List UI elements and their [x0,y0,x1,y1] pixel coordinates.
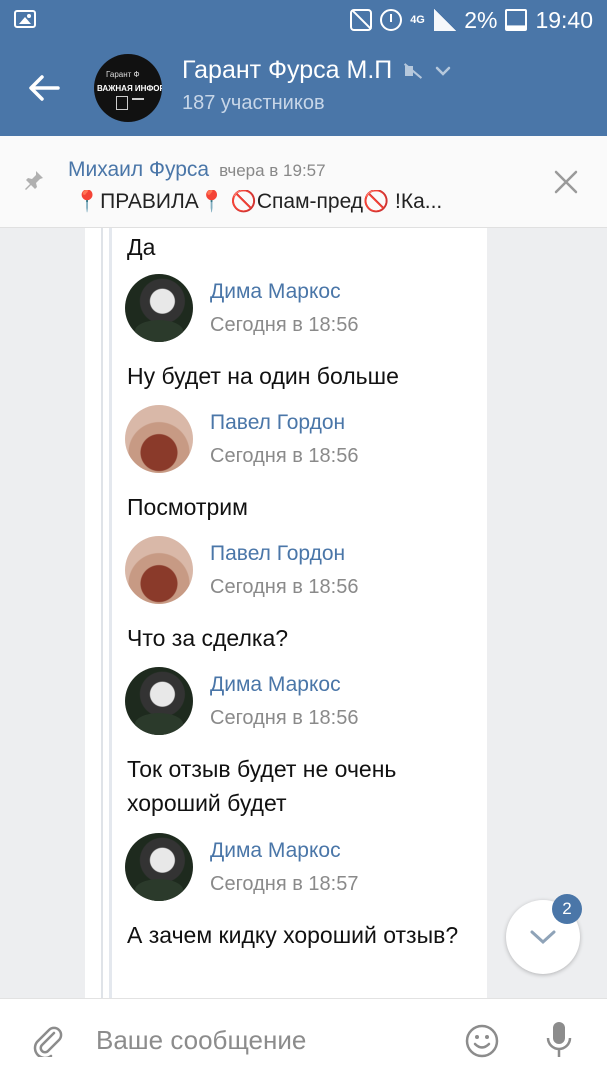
mute-status-icon [350,9,373,31]
message-list[interactable]: Да Дима Маркос Сегодня в 18:56 Ну будет … [85,228,487,998]
message-text: Посмотрим [127,494,248,520]
back-arrow-icon[interactable] [24,68,64,108]
message-time: Сегодня в 18:56 [210,314,359,336]
avatar[interactable] [125,833,193,901]
forward-bar-inner [109,228,112,998]
pinned-text: 📍ПРАВИЛА📍 🚫Спам-пред🚫 !Ка... [74,190,443,213]
emoji-icon[interactable] [464,1023,500,1059]
avatar[interactable] [125,536,193,604]
alarm-icon [380,9,403,31]
message-text: Да [127,234,156,260]
message-text: Что за сделка? [127,625,289,651]
signal-icon [434,9,457,31]
muted-icon [402,61,424,81]
pinned-message[interactable]: Михаил Фурса вчера в 19:57 📍ПРАВИЛА📍 🚫Сп… [0,136,607,228]
chevron-down-icon [530,930,556,945]
composer [0,998,607,1080]
message-time: Сегодня в 18:57 [210,873,359,895]
network-label: 4G [410,13,425,26]
pin-icon [22,168,46,192]
message-header: Павел Гордон Сегодня в 18:56 [125,536,475,604]
battery-percent: 2% [464,6,498,33]
message-author[interactable]: Павел Гордон [210,411,345,435]
gallery-icon [14,10,36,28]
message-header: Павел Гордон Сегодня в 18:56 [125,405,475,473]
microphone-icon[interactable] [543,1019,575,1061]
message-header: Дима Маркос Сегодня в 18:56 [125,667,475,735]
message-time: Сегодня в 18:56 [210,576,359,598]
message-header: Дима Маркос Сегодня в 18:56 [125,274,475,342]
chat-header: Гарант Ф ВАЖНАЯ ИНФОРМАЦ Гарант Фурса М.… [0,40,607,136]
unread-badge: 2 [552,894,582,924]
chat-title[interactable]: Гарант Фурса М.П [182,56,392,85]
message-author[interactable]: Павел Гордон [210,542,345,566]
message-header: Дима Маркос Сегодня в 18:57 [125,833,475,901]
message-author[interactable]: Дима Маркос [210,839,341,863]
message-time: Сегодня в 18:56 [210,445,359,467]
avatar[interactable] [125,667,193,735]
clock: 19:40 [535,6,593,33]
status-icons: 4G 2% 19:40 [350,6,593,34]
message-author[interactable]: Дима Маркос [210,673,341,697]
chat-title-row[interactable]: Гарант Фурса М.П [182,56,452,85]
member-count: 187 участников [182,92,325,114]
message-author[interactable]: Дима Маркос [210,280,341,304]
avatar[interactable] [125,274,193,342]
pinned-meta: Михаил Фурса вчера в 19:57 [68,158,326,182]
message-text: Ну будет на один больше [127,363,399,389]
avatar[interactable] [125,405,193,473]
forward-bar [101,228,103,998]
message-text: А зачем кидку хороший отзыв? [127,922,459,948]
message-text: Ток отзыв будет не очень хороший будет [127,756,397,816]
pinned-author: Михаил Фурса [68,158,210,181]
pinned-time: вчера в 19:57 [219,161,326,180]
message-time: Сегодня в 18:56 [210,707,359,729]
chat-avatar[interactable]: Гарант Ф ВАЖНАЯ ИНФОРМАЦ [94,54,162,122]
status-bar: 4G 2% 19:40 [0,0,607,40]
chevron-down-icon[interactable] [434,62,452,80]
battery-icon [505,9,528,31]
paperclip-icon[interactable] [30,1023,64,1060]
message-input[interactable] [96,1019,436,1061]
close-icon[interactable] [552,168,580,196]
